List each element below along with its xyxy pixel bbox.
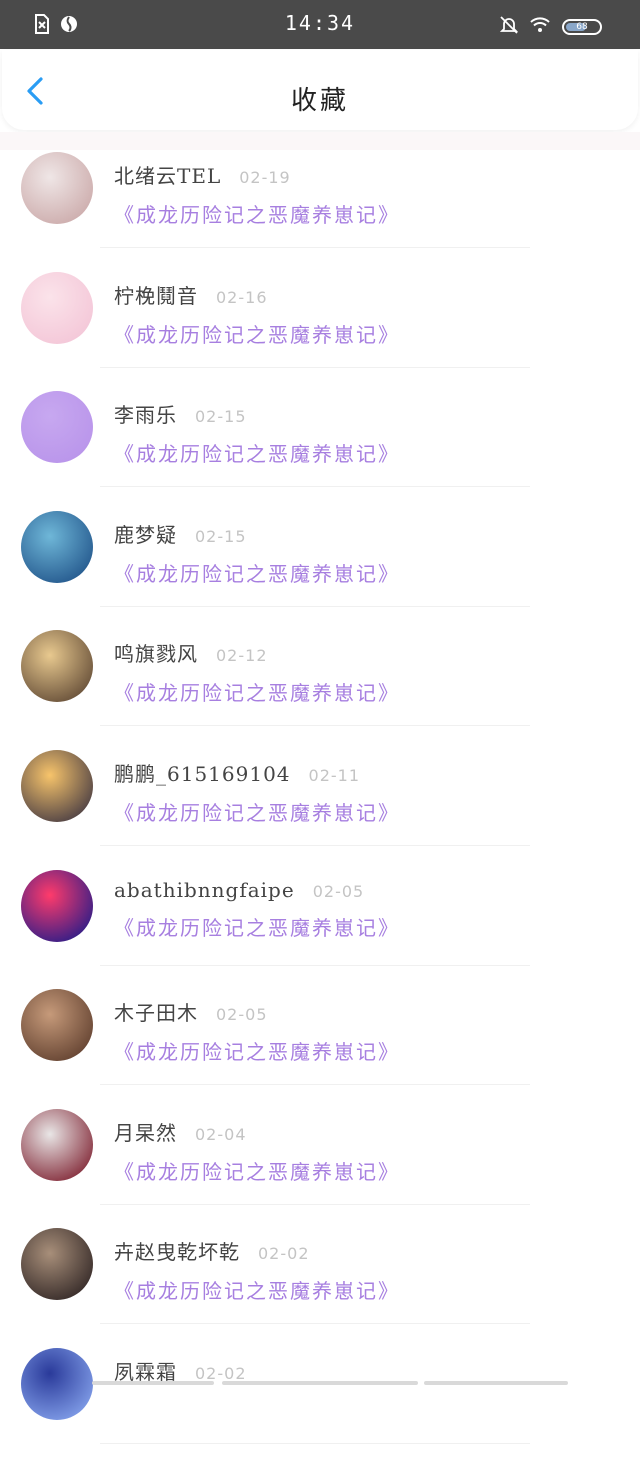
date-label: 02-04 [195, 1124, 247, 1144]
item-header-row: 卉赵曳乾坏乾 02-02 [114, 1236, 600, 1265]
list-item[interactable]: 李雨乐 02-15 《成龙历险记之恶魔养崽记》 [0, 387, 640, 507]
date-label: 02-11 [308, 765, 361, 785]
item-text: 鹿梦疑 02-15 《成龙历险记之恶魔养崽记》 [114, 519, 600, 587]
battery-level: 68 [576, 22, 588, 32]
list-item[interactable]: 柠梚鬩音 02-16 《成龙历险记之恶魔养崽记》 [0, 268, 640, 388]
divider [100, 366, 530, 368]
item-text: 月杲然 02-04 《成龙历险记之恶魔养崽记》 [114, 1117, 600, 1185]
user-name[interactable]: 月杲然 [114, 1117, 177, 1146]
work-title-link[interactable]: 《成龙历险记之恶魔养崽记》 [114, 912, 600, 941]
user-name[interactable]: 李雨乐 [114, 399, 177, 428]
item-text: 北绪云TEL 02-19 《成龙历险记之恶魔养崽记》 [114, 160, 600, 228]
list-item[interactable]: 木子田木 02-05 《成龙历险记之恶魔养崽记》 [0, 985, 640, 1105]
item-header-row: 月杲然 02-04 [114, 1117, 600, 1146]
item-text: 柠梚鬩音 02-16 《成龙历险记之恶魔养崽记》 [114, 280, 600, 348]
work-title-link[interactable]: 《成龙历险记之恶魔养崽记》 [114, 199, 600, 228]
list-item[interactable]: 鹏鹏_615169104 02-11 《成龙历险记之恶魔养崽记》 [0, 746, 640, 866]
favorites-list: 北绪云TEL 02-19 《成龙历险记之恶魔养崽记》 柠梚鬩音 02-16 《成龙历险记之… [0, 148, 640, 1464]
item-text: abathibnngfaipe 02-05 《成龙历险记之恶魔养崽记》 [114, 878, 600, 941]
item-header-row: 鸣旗戮风 02-12 [114, 638, 600, 667]
battery-icon: 68 [562, 19, 602, 35]
list-item[interactable]: 北绪云TEL 02-19 《成龙历险记之恶魔养崽记》 [0, 148, 640, 268]
scroll-indicator [222, 1381, 418, 1385]
mute-notification-icon [499, 15, 519, 39]
list-item[interactable]: 月杲然 02-04 《成龙历险记之恶魔养崽记》 [0, 1105, 640, 1225]
avatar[interactable] [21, 152, 93, 224]
page-title: 收藏 [290, 86, 349, 116]
divider [100, 605, 530, 607]
avatar[interactable] [21, 869, 93, 942]
item-text: 卉赵曳乾坏乾 02-02 《成龙历险记之恶魔养崽记》 [114, 1236, 600, 1304]
scroll-indicator [424, 1381, 568, 1385]
avatar[interactable] [21, 1347, 93, 1420]
avatar[interactable] [21, 989, 93, 1062]
date-label: 02-16 [216, 287, 268, 307]
date-label: 02-05 [216, 1005, 268, 1025]
avatar[interactable] [21, 391, 93, 464]
nav-header: 收藏 [2, 50, 638, 130]
item-text: 木子田木 02-05 《成龙历险记之恶魔养崽记》 [114, 997, 600, 1065]
user-name[interactable]: 鹿梦疑 [114, 519, 177, 548]
scroll-indicator [92, 1381, 214, 1385]
wifi-icon [530, 17, 550, 37]
avatar[interactable] [21, 1108, 93, 1181]
divider [100, 1323, 530, 1325]
date-label: 02-15 [195, 407, 247, 427]
item-header-row: 木子田木 02-05 [114, 997, 600, 1026]
item-header-row: 柠梚鬩音 02-16 [114, 280, 600, 309]
list-item[interactable]: 夙霖霜 02-02 [0, 1344, 640, 1464]
user-name[interactable]: 木子田木 [114, 997, 198, 1026]
user-name[interactable]: abathibnngfaipe [114, 878, 295, 902]
work-title-link[interactable]: 《成龙历险记之恶魔养崽记》 [114, 438, 600, 467]
item-header-row: 李雨乐 02-15 [114, 399, 600, 428]
item-text: 鹏鹏_615169104 02-11 《成龙历险记之恶魔养崽记》 [114, 758, 600, 826]
divider [100, 725, 530, 727]
list-item[interactable]: 卉赵曳乾坏乾 02-02 《成龙历险记之恶魔养崽记》 [0, 1224, 640, 1344]
work-title-link[interactable]: 《成龙历险记之恶魔养崽记》 [114, 797, 600, 826]
status-right-icons: 68 [499, 15, 602, 39]
work-title-link[interactable]: 《成龙历险记之恶魔养崽记》 [114, 677, 600, 706]
avatar[interactable] [21, 630, 93, 703]
avatar[interactable] [21, 510, 93, 583]
item-header-row: 鹿梦疑 02-15 [114, 519, 600, 548]
divider [100, 844, 530, 846]
date-label: 02-12 [216, 646, 268, 666]
divider [100, 964, 530, 966]
item-header-row: 鹏鹏_615169104 02-11 [114, 758, 600, 787]
item-header-row: abathibnngfaipe 02-05 [114, 878, 600, 902]
work-title-link[interactable]: 《成龙历险记之恶魔养崽记》 [114, 1036, 600, 1065]
list-item[interactable]: abathibnngfaipe 02-05 《成龙历险记之恶魔养崽记》 [0, 866, 640, 986]
user-name[interactable]: 鸣旗戮风 [114, 638, 198, 667]
divider [100, 1442, 530, 1444]
date-label: 02-05 [312, 881, 365, 901]
divider [100, 486, 530, 488]
user-name[interactable]: 鹏鹏_615169104 [114, 758, 291, 787]
date-label: 02-19 [239, 168, 291, 187]
work-title-link[interactable]: 《成龙历险记之恶魔养崽记》 [114, 558, 600, 587]
date-label: 02-15 [195, 526, 247, 546]
user-name[interactable]: 北绪云TEL [114, 160, 221, 189]
avatar[interactable] [21, 1228, 93, 1301]
divider [100, 1203, 530, 1205]
user-name[interactable]: 卉赵曳乾坏乾 [114, 1236, 240, 1265]
list-item[interactable]: 鹿梦疑 02-15 《成龙历险记之恶魔养崽记》 [0, 507, 640, 627]
divider [100, 247, 530, 248]
date-label: 02-02 [258, 1244, 310, 1264]
user-name[interactable]: 柠梚鬩音 [114, 280, 198, 309]
status-bar: 14:34 68 [0, 0, 640, 49]
item-header-row: 北绪云TEL 02-19 [114, 160, 600, 189]
work-title-link[interactable]: 《成龙历险记之恶魔养崽记》 [114, 1156, 600, 1185]
divider [100, 1084, 530, 1086]
list-item[interactable]: 鸣旗戮风 02-12 《成龙历险记之恶魔养崽记》 [0, 626, 640, 746]
work-title-link[interactable]: 《成龙历险记之恶魔养崽记》 [114, 319, 600, 348]
item-text: 鸣旗戮风 02-12 《成龙历险记之恶魔养崽记》 [114, 638, 600, 706]
item-text: 李雨乐 02-15 《成龙历险记之恶魔养崽记》 [114, 399, 600, 467]
avatar[interactable] [21, 271, 93, 344]
work-title-link[interactable]: 《成龙历险记之恶魔养崽记》 [114, 1275, 600, 1304]
item-text: 夙霖霜 02-02 [114, 1356, 600, 1395]
avatar[interactable] [21, 749, 93, 822]
